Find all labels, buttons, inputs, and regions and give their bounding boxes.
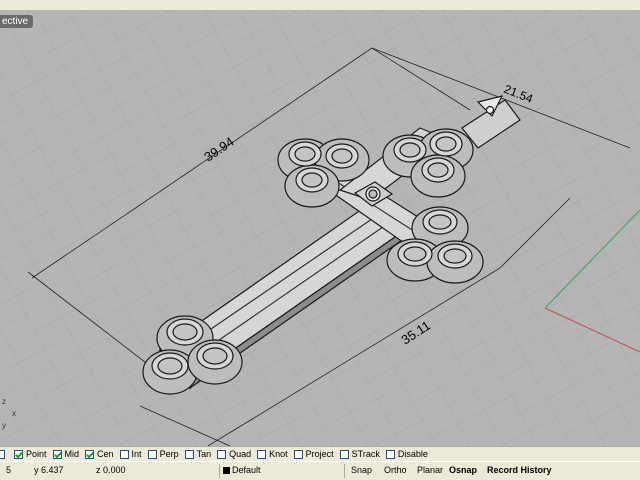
status-bar: 5 y 6.437 z 0.000 Default Snap Ortho Pla… — [0, 461, 640, 480]
planar-button[interactable]: Planar — [415, 464, 445, 476]
svg-text:y: y — [2, 421, 6, 430]
osnap-label: Disable — [397, 449, 428, 459]
osnap-label: Mid — [64, 449, 80, 459]
checkbox[interactable] — [85, 449, 95, 459]
construction-grid — [0, 10, 640, 446]
viewport-title-tab[interactable]: ective — [0, 15, 34, 28]
osnap-label: Cen — [97, 449, 114, 459]
ortho-button[interactable]: Ortho — [382, 464, 409, 476]
osnap-end-toggle[interactable] — [0, 448, 8, 461]
checkbox[interactable] — [52, 449, 62, 459]
checkbox[interactable] — [217, 449, 227, 459]
osnap-label: Knot — [269, 449, 288, 459]
osnap-mid-toggle[interactable]: Mid — [52, 448, 80, 461]
checkbox[interactable] — [184, 449, 194, 459]
osnap-button[interactable]: Osnap — [447, 464, 479, 476]
checkbox[interactable] — [293, 449, 303, 459]
osnap-point-toggle[interactable]: Point — [14, 448, 47, 461]
osnap-toolbar: Point Mid Cen Int Perp Tan Quad Knot Project STra… — [0, 446, 640, 461]
osnap-disable-toggle[interactable]: Disable — [385, 448, 428, 461]
svg-text:x: x — [12, 409, 16, 418]
osnap-quad-toggle[interactable]: Quad — [217, 448, 251, 461]
model-canvas[interactable]: 39.94 21.54 35.11 z x y — [0, 10, 640, 446]
layer-name: Default — [232, 465, 261, 475]
osnap-perp-toggle[interactable]: Perp — [147, 448, 179, 461]
osnap-label: Tan — [196, 449, 212, 459]
osnap-label: Point — [26, 449, 47, 459]
layer-indicator[interactable]: Default — [223, 465, 261, 475]
osnap-knot-toggle[interactable]: Knot — [257, 448, 288, 461]
checkbox[interactable] — [0, 449, 5, 459]
osnap-strack-toggle[interactable]: STrack — [339, 448, 380, 461]
osnap-label: Int — [131, 449, 142, 459]
perspective-viewport[interactable]: ective 39.94 21.54 35.11 z x y — [0, 0, 640, 446]
checkbox[interactable] — [339, 449, 349, 459]
svg-text:z: z — [2, 397, 6, 406]
osnap-label: STrack — [351, 449, 380, 459]
osnap-int-toggle[interactable]: Int — [119, 448, 142, 461]
checkbox[interactable] — [147, 449, 157, 459]
osnap-cen-toggle[interactable]: Cen — [85, 448, 114, 461]
snap-button[interactable]: Snap — [349, 464, 374, 476]
osnap-project-toggle[interactable]: Project — [293, 448, 334, 461]
osnap-label: Perp — [159, 449, 179, 459]
checkbox[interactable] — [385, 449, 395, 459]
checkbox[interactable] — [14, 449, 23, 459]
coord-z: z 0.000 — [96, 465, 126, 475]
layer-color-swatch — [223, 467, 230, 474]
osnap-tan-toggle[interactable]: Tan — [184, 448, 212, 461]
osnap-label: Project — [305, 449, 334, 459]
checkbox[interactable] — [119, 449, 129, 459]
osnap-label: Quad — [229, 449, 252, 459]
record-history-button[interactable]: Record History — [485, 464, 554, 476]
checkbox[interactable] — [257, 449, 267, 459]
coord-y: y 6.437 — [34, 465, 64, 475]
coord-x: 5 — [6, 465, 12, 475]
